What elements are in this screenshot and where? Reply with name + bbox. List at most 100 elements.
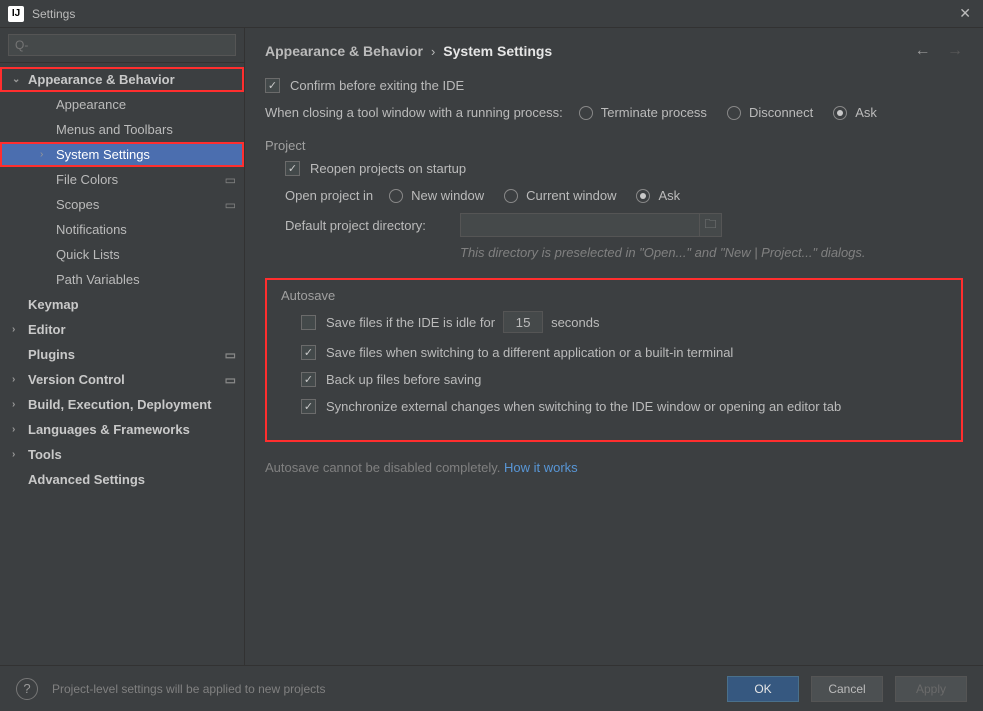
chevron-down-icon[interactable]: ⌄ xyxy=(12,74,24,85)
project-scope-icon: ▭ xyxy=(225,198,236,212)
radio-ask[interactable] xyxy=(833,106,847,120)
autosave-section: Autosave Save files if the IDE is idle f… xyxy=(265,278,963,442)
tree-item-label: Tools xyxy=(28,447,62,462)
autosave-note: Autosave cannot be disabled completely. … xyxy=(265,460,963,475)
footer-note: Project-level settings will be applied t… xyxy=(52,682,325,696)
tree-item-file-colors[interactable]: File Colors ▭ xyxy=(0,167,244,192)
titlebar: IJ Settings ✕ xyxy=(0,0,983,28)
nav-forward-icon[interactable]: → xyxy=(947,42,963,59)
radio-current-window[interactable] xyxy=(504,189,518,203)
tree-item-tools[interactable]: › Tools xyxy=(0,442,244,467)
project-section-title: Project xyxy=(265,138,963,153)
idle-seconds-input[interactable] xyxy=(503,311,543,333)
confirm-exit-checkbox[interactable] xyxy=(265,78,280,93)
tree-item-build-execution-deployment[interactable]: › Build, Execution, Deployment xyxy=(0,392,244,417)
tree-item-notifications[interactable]: Notifications xyxy=(0,217,244,242)
tree-item-keymap[interactable]: Keymap xyxy=(0,292,244,317)
footer: ? Project-level settings will be applied… xyxy=(0,665,983,711)
breadcrumb: Appearance & Behavior › System Settings … xyxy=(265,42,963,60)
window-title: Settings xyxy=(32,7,75,21)
tree-item-label: Appearance xyxy=(56,97,126,112)
breadcrumb-current: System Settings xyxy=(443,43,552,59)
chevron-right-icon[interactable]: › xyxy=(12,399,24,410)
tree-item-path-variables[interactable]: Path Variables xyxy=(0,267,244,292)
tree-item-quick-lists[interactable]: Quick Lists xyxy=(0,242,244,267)
autosave-title: Autosave xyxy=(281,288,947,303)
tree-item-label: Editor xyxy=(28,322,66,337)
backup-checkbox[interactable] xyxy=(301,372,316,387)
sync-checkbox[interactable] xyxy=(301,399,316,414)
ok-button[interactable]: OK xyxy=(727,676,799,702)
tree-item-appearance-behavior[interactable]: ⌄ Appearance & Behavior xyxy=(0,67,244,92)
close-icon[interactable]: ✕ xyxy=(955,5,975,22)
tree-item-editor[interactable]: › Editor xyxy=(0,317,244,342)
radio-open-ask-label: Ask xyxy=(658,188,680,203)
radio-current-window-label: Current window xyxy=(526,188,616,203)
tree-item-label: Quick Lists xyxy=(56,247,120,262)
radio-ask-label: Ask xyxy=(855,105,877,120)
radio-disconnect-label: Disconnect xyxy=(749,105,813,120)
switch-app-label: Save files when switching to a different… xyxy=(326,345,733,360)
settings-tree: ⌄ Appearance & Behavior Appearance Menus an… xyxy=(0,63,244,665)
project-scope-icon: ▭ xyxy=(225,173,236,187)
open-in-label: Open project in xyxy=(285,188,373,203)
app-icon: IJ xyxy=(8,6,24,22)
tree-item-label: Path Variables xyxy=(56,272,140,287)
idle-save-checkbox[interactable] xyxy=(301,315,316,330)
project-scope-icon: ▭ xyxy=(225,348,236,362)
tree-item-label: Menus and Toolbars xyxy=(56,122,173,137)
tree-item-label: Notifications xyxy=(56,222,127,237)
switch-app-checkbox[interactable] xyxy=(301,345,316,360)
tree-item-scopes[interactable]: Scopes ▭ xyxy=(0,192,244,217)
radio-new-window[interactable] xyxy=(389,189,403,203)
reopen-label: Reopen projects on startup xyxy=(310,161,466,176)
idle-save-label-prefix: Save files if the IDE is idle for xyxy=(326,315,495,330)
project-scope-icon: ▭ xyxy=(225,373,236,387)
tree-item-label: System Settings xyxy=(56,147,150,162)
nav-back-icon[interactable]: ← xyxy=(915,42,931,59)
chevron-right-icon[interactable]: › xyxy=(12,424,24,435)
tree-item-menus-and-toolbars[interactable]: Menus and Toolbars xyxy=(0,117,244,142)
cancel-button[interactable]: Cancel xyxy=(811,676,883,702)
sync-label: Synchronize external changes when switch… xyxy=(326,399,841,414)
tree-item-appearance[interactable]: Appearance xyxy=(0,92,244,117)
tree-item-label: Languages & Frameworks xyxy=(28,422,190,437)
main-panel: Appearance & Behavior › System Settings … xyxy=(245,28,983,665)
tree-item-version-control[interactable]: ›Version Control▭ xyxy=(0,367,244,392)
search-input[interactable] xyxy=(8,34,236,56)
tree-item-system-settings[interactable]: › System Settings xyxy=(0,142,244,167)
tree-item-label: Build, Execution, Deployment xyxy=(28,397,211,412)
tree-item-label: Keymap xyxy=(28,297,79,312)
idle-save-label-suffix: seconds xyxy=(551,315,599,330)
apply-button[interactable]: Apply xyxy=(895,676,967,702)
tree-item-label: Scopes xyxy=(56,197,99,212)
radio-open-ask[interactable] xyxy=(636,189,650,203)
chevron-right-icon[interactable]: › xyxy=(12,324,24,335)
tree-item-plugins[interactable]: Plugins ▭ xyxy=(0,342,244,367)
chevron-right-icon[interactable]: › xyxy=(12,374,24,385)
radio-new-window-label: New window xyxy=(411,188,484,203)
close-tool-label: When closing a tool window with a runnin… xyxy=(265,105,563,120)
default-project-dir-input[interactable] xyxy=(460,213,700,237)
sidebar: ⌄ Appearance & Behavior Appearance Menus an… xyxy=(0,28,245,665)
tree-item-label: Appearance & Behavior xyxy=(28,72,175,87)
dir-hint: This directory is preselected in "Open..… xyxy=(460,245,963,260)
tree-item-advanced-settings[interactable]: Advanced Settings xyxy=(0,467,244,492)
chevron-right-icon: › xyxy=(431,44,435,59)
chevron-right-icon[interactable]: › xyxy=(12,449,24,460)
tree-item-label: Plugins xyxy=(28,347,75,362)
radio-terminate[interactable] xyxy=(579,106,593,120)
dir-label: Default project directory: xyxy=(285,218,460,233)
how-it-works-link[interactable]: How it works xyxy=(504,460,578,475)
breadcrumb-root[interactable]: Appearance & Behavior xyxy=(265,43,423,59)
confirm-exit-label: Confirm before exiting the IDE xyxy=(290,78,464,93)
tree-item-label: File Colors xyxy=(56,172,118,187)
chevron-right-icon[interactable]: › xyxy=(40,149,52,160)
backup-label: Back up files before saving xyxy=(326,372,481,387)
reopen-checkbox[interactable] xyxy=(285,161,300,176)
folder-icon[interactable]: 🗀 xyxy=(700,213,722,237)
tree-item-languages-frameworks[interactable]: › Languages & Frameworks xyxy=(0,417,244,442)
radio-disconnect[interactable] xyxy=(727,106,741,120)
tree-item-label: Advanced Settings xyxy=(28,472,145,487)
help-icon[interactable]: ? xyxy=(16,678,38,700)
